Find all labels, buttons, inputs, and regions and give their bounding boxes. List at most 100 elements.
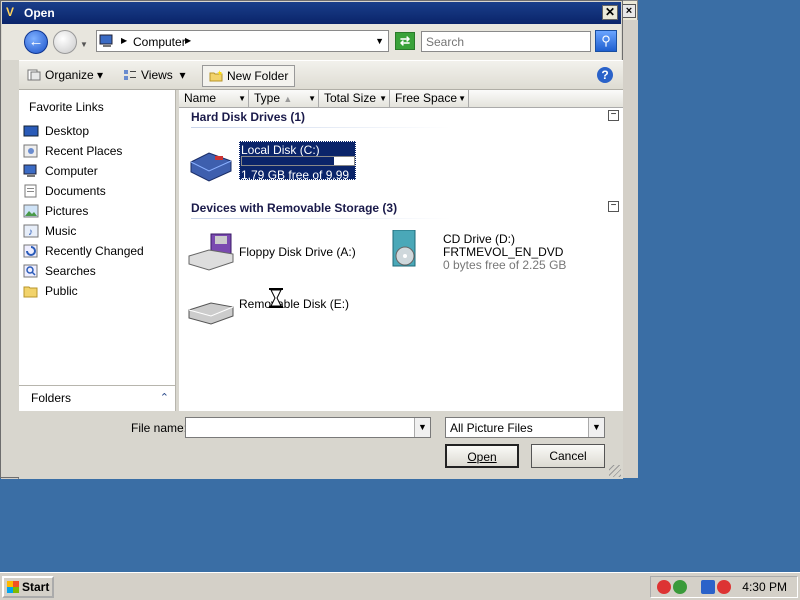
column-name[interactable]: Name ▼ [179,90,249,107]
column-headers: Name ▼ Type ▲ ▼ Total Size ▼ Free Space ▼ [179,90,623,108]
sidebar-item-label: Public [45,284,78,298]
open-dialog: V Open ✕ ← ▼ ▶ Computer ▶ ▼ ⇄ ⚲ Organize… [0,0,623,479]
search-button[interactable]: ⚲ [595,30,617,52]
sidebar-item-label: Music [45,224,77,238]
svg-text:♪: ♪ [28,227,33,238]
breadcrumb-dropdown[interactable]: ▶ [185,36,191,45]
sidebar-item-label: Recent Places [45,144,123,158]
recent-pages-dropdown[interactable]: ▼ [80,40,88,49]
file-list-pane: Name ▼ Type ▲ ▼ Total Size ▼ Free Space ▼ Ha… [179,90,623,411]
sidebar-item-computer[interactable]: Computer [21,162,171,182]
views-button[interactable]: Views ▾ [123,65,186,87]
organize-icon [27,69,41,81]
shield-icon[interactable] [673,580,687,594]
sidebar-item-music[interactable]: ♪ Music [21,222,171,242]
windows-flag-icon [7,581,19,593]
title-bar: V Open ✕ [2,2,621,24]
new-folder-label: New Folder [227,69,289,83]
column-dropdown-icon[interactable]: ▼ [238,90,246,107]
address-box[interactable]: ▶ Computer ▶ ▼ [96,30,389,52]
favorite-links-title: Favorite Links [29,100,104,114]
organize-button[interactable]: Organize ▾ [27,65,103,87]
column-dropdown-icon[interactable]: ▼ [308,90,316,107]
file-name-input[interactable]: ▼ [185,417,431,438]
column-free-space[interactable]: Free Space ▼ [390,90,469,107]
taskbar: Start 4:30 PM [0,572,800,600]
close-button[interactable]: ✕ [602,5,618,20]
sidebar-item-label: Searches [45,264,96,278]
help-icon[interactable]: ? [597,67,613,83]
desktop-icon [23,125,39,137]
group-divider [191,218,451,219]
column-dropdown-icon[interactable]: ▼ [379,90,387,107]
sidebar-item-label: Pictures [45,204,89,218]
dialog-title: Open [24,6,55,20]
collapse-group-button[interactable]: − [608,110,619,121]
chevron-down-icon[interactable]: ▼ [588,418,604,437]
floppy-drive-icon [188,233,234,271]
open-button[interactable]: Open [445,444,519,468]
capacity-fill [242,157,334,165]
sort-arrow-icon: ▲ [283,94,293,104]
chevron-down-icon[interactable]: ▼ [414,418,430,437]
clock[interactable]: 4:30 PM [742,580,787,594]
collapse-group-button[interactable]: − [608,201,619,212]
drive-free-space: 1.79 GB free of 9.99 GB [241,168,350,196]
column-total-size[interactable]: Total Size ▼ [319,90,390,107]
organize-label: Organize [45,68,94,82]
recently-changed-icon [23,244,38,258]
folders-toggle[interactable]: Folders ⌃ [19,385,175,411]
file-type-select[interactable]: All Picture Files ▼ [445,417,605,438]
sidebar-item-recent-places[interactable]: Recent Places [21,142,171,162]
sidebar-item-searches[interactable]: Searches [21,262,171,282]
sidebar-item-label: Documents [45,184,106,198]
address-dropdown[interactable]: ▼ [375,36,384,46]
app-icon: V [6,5,15,19]
pictures-icon [23,204,39,218]
network-icon[interactable] [701,580,715,594]
resize-grip[interactable] [609,465,621,477]
cancel-button[interactable]: Cancel [531,444,605,468]
breadcrumb-separator[interactable]: ▶ [121,36,127,45]
capacity-bar [241,156,355,166]
music-icon: ♪ [23,224,39,238]
drive-free-space: 0 bytes free of 2.25 GB [443,258,567,272]
column-dropdown-icon[interactable]: ▼ [458,90,466,107]
sidebar-item-label: Desktop [45,124,90,138]
refresh-button[interactable]: ⇄ [395,32,415,50]
toolbar: Organize ▾ Views ▾ New Folder ? [19,60,623,90]
column-type[interactable]: Type ▲ ▼ [249,90,319,107]
background-close-button[interactable]: × [622,4,636,18]
sidebar-item-documents[interactable]: Documents [21,182,171,202]
searches-icon [23,264,38,278]
computer-icon [99,34,113,47]
forward-button[interactable] [53,30,77,54]
drive-name: Removable Disk (E:) [239,297,350,311]
folders-label: Folders [31,391,72,405]
sidebar-item-recently-changed[interactable]: Recently Changed [21,242,171,262]
security-alert-icon[interactable] [657,580,671,594]
new-folder-icon [209,70,223,82]
address-bar-area: ← ▼ ▶ Computer ▶ ▼ ⇄ ⚲ [2,24,621,60]
local-disk-selection[interactable]: Local Disk (C:) 1.79 GB free of 9.99 GB [239,141,356,196]
search-input[interactable] [421,31,591,52]
start-button[interactable]: Start [2,576,54,598]
new-folder-button[interactable]: New Folder [202,65,296,87]
public-folder-icon [23,286,38,298]
views-icon [124,70,136,80]
volume-muted-icon[interactable] [717,580,731,594]
group-header-hard-disks[interactable]: Hard Disk Drives (1) [191,110,305,124]
file-type-value: All Picture Files [450,421,533,435]
sidebar-item-pictures[interactable]: Pictures [21,202,171,222]
sidebar-item-label: Computer [45,164,98,178]
sidebar-item-desktop[interactable]: Desktop [21,122,171,142]
back-button[interactable]: ← [24,30,48,54]
chevron-up-icon[interactable]: ⌃ [160,386,169,410]
hard-disk-icon [190,152,232,182]
breadcrumb-computer[interactable]: Computer [133,35,186,49]
group-divider [191,127,451,128]
sidebar-item-public[interactable]: Public [21,282,171,302]
documents-icon [24,184,37,198]
views-label: Views [141,68,173,82]
group-header-removable[interactable]: Devices with Removable Storage (3) [191,201,397,215]
